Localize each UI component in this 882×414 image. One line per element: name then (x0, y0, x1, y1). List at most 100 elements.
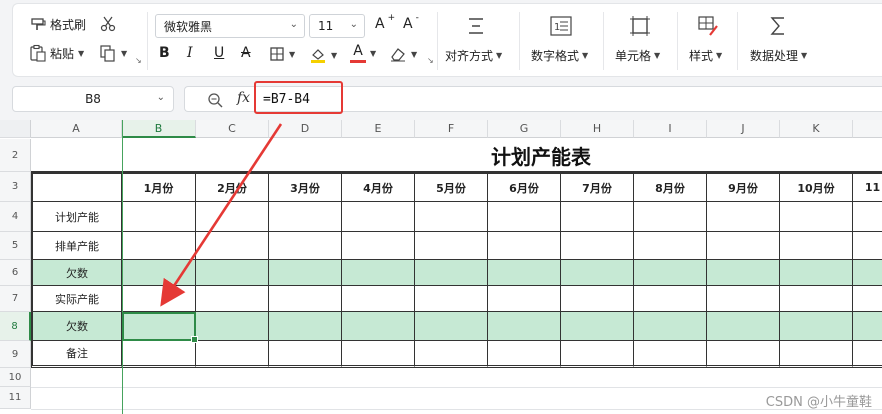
fill-color-button[interactable]: ▼ (309, 46, 337, 64)
column-header-k[interactable]: K (780, 120, 853, 138)
table-header-cell[interactable]: 9月份 (707, 172, 780, 202)
name-box[interactable]: B8 ⌄ (12, 86, 174, 112)
table-cell[interactable] (196, 232, 269, 260)
table-cell[interactable] (561, 202, 634, 232)
table-cell[interactable] (488, 286, 561, 312)
table-header-cell[interactable]: 5月份 (415, 172, 488, 202)
table-cell[interactable] (269, 286, 342, 312)
table-header-cell[interactable]: 2月份 (196, 172, 269, 202)
table-cell[interactable] (853, 260, 882, 286)
row-label-cell[interactable]: 欠数 (31, 312, 122, 341)
table-cell[interactable] (634, 312, 707, 341)
column-header-i[interactable]: I (634, 120, 707, 138)
table-cell[interactable] (707, 232, 780, 260)
table-cell[interactable] (196, 312, 269, 341)
cut-button[interactable] (99, 16, 117, 32)
table-cell[interactable] (634, 260, 707, 286)
table-cell[interactable] (196, 202, 269, 232)
row-header-9[interactable]: 9 (0, 341, 31, 368)
table-cell[interactable] (415, 312, 488, 341)
active-cell-b8[interactable] (122, 312, 198, 343)
table-cell[interactable] (780, 260, 853, 286)
cells-group-button[interactable]: 单元格 ▼ (615, 47, 660, 64)
paste-button[interactable]: 粘贴 ▼ (29, 44, 84, 62)
column-header-h[interactable]: H (561, 120, 634, 138)
row-header-6[interactable]: 6 (0, 260, 31, 286)
table-cell[interactable] (488, 232, 561, 260)
table-cell[interactable] (707, 341, 780, 368)
row-label-cell[interactable]: 计划产能 (31, 202, 122, 232)
table-header-cell[interactable] (31, 172, 122, 202)
table-cell[interactable] (780, 312, 853, 341)
table-cell[interactable] (561, 312, 634, 341)
clipboard-dialog-launcher[interactable]: ↘ (135, 56, 142, 65)
table-cell[interactable] (269, 312, 342, 341)
column-header-b[interactable]: B (122, 120, 196, 138)
table-cell[interactable] (196, 260, 269, 286)
row-header-10[interactable]: 10 (0, 368, 31, 387)
table-cell[interactable] (707, 312, 780, 341)
row-header-3[interactable]: 3 (0, 172, 31, 202)
bold-button[interactable]: B (159, 45, 170, 61)
table-cell[interactable] (122, 202, 196, 232)
table-cell[interactable] (488, 341, 561, 368)
table-cell[interactable] (488, 260, 561, 286)
table-cell[interactable] (780, 341, 853, 368)
column-header-g[interactable]: G (488, 120, 561, 138)
table-header-cell[interactable]: 10月份 (780, 172, 853, 202)
table-cell[interactable] (122, 260, 196, 286)
column-header-f[interactable]: F (415, 120, 488, 138)
table-cell[interactable] (415, 260, 488, 286)
table-cell[interactable] (122, 341, 196, 368)
table-cell[interactable] (342, 312, 415, 341)
table-cell[interactable] (269, 341, 342, 368)
row-label-cell[interactable]: 排单产能 (31, 232, 122, 260)
underline-button[interactable]: U (214, 45, 224, 61)
table-cell[interactable] (561, 232, 634, 260)
table-cell[interactable] (488, 312, 561, 341)
increase-font-size-button[interactable]: A + (375, 13, 395, 32)
table-cell[interactable] (780, 202, 853, 232)
copy-button[interactable]: ▼ (99, 44, 127, 62)
font-color-button[interactable]: A ▼ (350, 44, 376, 63)
table-cell[interactable] (342, 232, 415, 260)
font-name-select[interactable]: 微软雅黑 ⌄ (155, 14, 305, 38)
table-cell[interactable] (780, 232, 853, 260)
table-cell[interactable] (561, 286, 634, 312)
clear-format-button[interactable]: ▼ (389, 46, 417, 62)
spreadsheet-grid[interactable]: ABCDEFGHIJK 2 3 4 5 6 7 8 9 10 11 1月份 2月份 3月份 4月份 5月份… (0, 120, 882, 414)
table-cell[interactable] (415, 341, 488, 368)
row-header-11[interactable]: 11 (0, 387, 31, 409)
table-cell[interactable] (342, 260, 415, 286)
data-group-button[interactable]: 数据处理 ▼ (750, 47, 807, 64)
styles-group-button[interactable]: 样式 ▼ (689, 47, 722, 64)
italic-button[interactable]: I (187, 45, 193, 61)
table-cell[interactable] (853, 286, 882, 312)
table-cell[interactable] (122, 232, 196, 260)
table-cell[interactable] (561, 260, 634, 286)
column-header-d[interactable]: D (269, 120, 342, 138)
fx-icon[interactable]: fx (237, 90, 250, 106)
table-cell[interactable] (269, 232, 342, 260)
title-row[interactable] (31, 139, 882, 172)
table-header-cell[interactable]: 3月份 (269, 172, 342, 202)
strikethrough-button[interactable]: A (241, 45, 251, 61)
table-cell[interactable] (853, 232, 882, 260)
row-label-cell[interactable]: 备注 (31, 341, 122, 368)
table-cell[interactable] (853, 341, 882, 368)
row-header-4[interactable]: 4 (0, 202, 31, 232)
font-size-select[interactable]: 11 ⌄ (309, 14, 365, 38)
table-cell[interactable] (196, 286, 269, 312)
align-group-button[interactable]: 对齐方式 ▼ (445, 47, 502, 64)
table-cell[interactable] (634, 232, 707, 260)
row-header-8[interactable]: 8 (0, 312, 31, 341)
table-cell[interactable] (634, 286, 707, 312)
table-header-cell[interactable]: 6月份 (488, 172, 561, 202)
column-header-a[interactable]: A (31, 120, 122, 138)
table-cell[interactable] (707, 260, 780, 286)
table-header-cell[interactable]: 11 (853, 172, 882, 202)
table-cell[interactable] (415, 202, 488, 232)
number-format-group-button[interactable]: 数字格式 ▼ (531, 47, 588, 64)
table-cell[interactable] (415, 286, 488, 312)
table-cell[interactable] (853, 202, 882, 232)
